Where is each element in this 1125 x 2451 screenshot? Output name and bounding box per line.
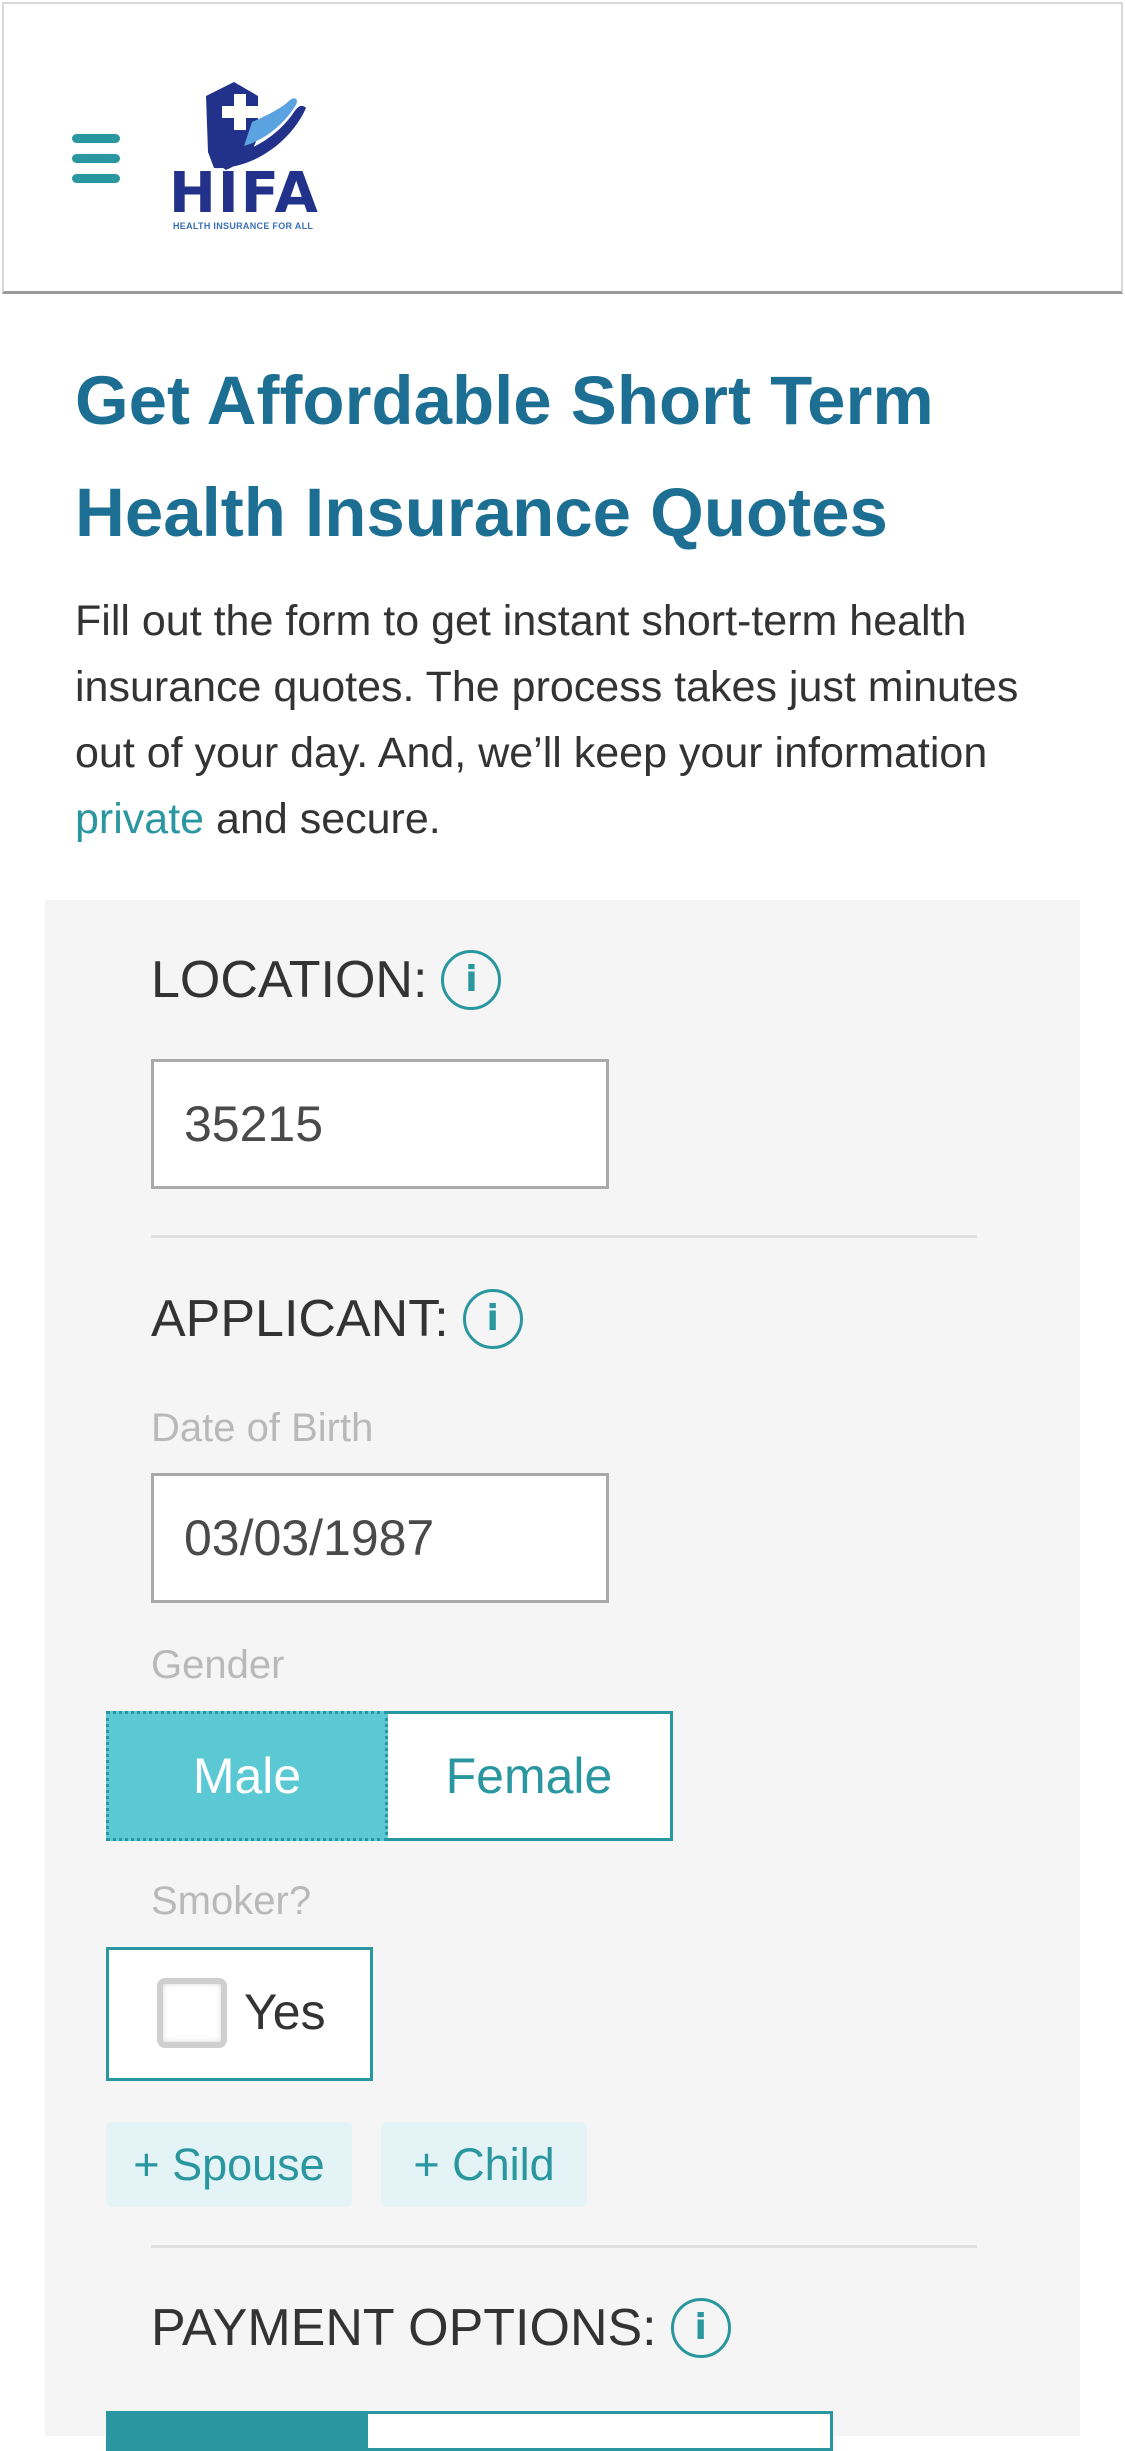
logo-wordmark: HIFA [169, 161, 320, 226]
payment-option-selected[interactable] [106, 2411, 368, 2451]
payment-section-label: PAYMENT OPTIONS: i [151, 2298, 731, 2358]
dob-label: Date of Birth [151, 1406, 374, 1450]
location-info-icon[interactable]: i [441, 950, 502, 1010]
add-child-button[interactable]: + Child [381, 2122, 587, 2207]
site-header: HIFA HEALTH INSURANCE FOR ALL [2, 2, 1123, 294]
payment-options-label: PAYMENT OPTIONS: [151, 2299, 657, 2357]
applicant-label: APPLICANT: [151, 1290, 449, 1348]
smoker-yes-label: Yes [244, 1984, 326, 2040]
hamburger-menu-icon[interactable] [72, 134, 120, 184]
intro-text-start: Fill out the form to get instant short-t… [75, 597, 1019, 777]
payment-info-icon[interactable]: i [670, 2298, 731, 2358]
smoker-label: Smoker? [151, 1879, 312, 1923]
payment-options-toggle [106, 2411, 833, 2451]
location-label: LOCATION: [151, 951, 428, 1009]
section-divider [151, 2245, 977, 2248]
gender-female-button[interactable]: Female [388, 1711, 673, 1841]
intro-paragraph: Fill out the form to get instant short-t… [75, 588, 1085, 852]
gender-label: Gender [151, 1643, 285, 1687]
dob-input[interactable]: 03/03/1987 [151, 1473, 609, 1603]
privacy-link[interactable]: private [75, 795, 204, 843]
location-section-label: LOCATION: i [151, 950, 502, 1010]
logo-tagline: HEALTH INSURANCE FOR ALL [173, 221, 314, 231]
payment-option-unselected[interactable] [368, 2411, 833, 2451]
hifa-logo[interactable]: HIFA HEALTH INSURANCE FOR ALL [169, 82, 339, 237]
zip-code-input[interactable]: 35215 [151, 1059, 609, 1189]
section-divider [151, 1235, 977, 1238]
smoker-checkbox[interactable] [157, 1978, 227, 2048]
intro-text-end: and secure. [204, 795, 441, 843]
gender-male-button[interactable]: Male [106, 1711, 388, 1841]
smoker-yes-option[interactable]: Yes [106, 1947, 373, 2081]
page-title: Get Affordable Short Term Health Insuran… [75, 362, 934, 551]
applicant-info-icon[interactable]: i [462, 1289, 523, 1349]
gender-toggle: Male Female [106, 1711, 673, 1841]
applicant-section-label: APPLICANT: i [151, 1289, 523, 1349]
add-spouse-button[interactable]: + Spouse [106, 2122, 352, 2207]
